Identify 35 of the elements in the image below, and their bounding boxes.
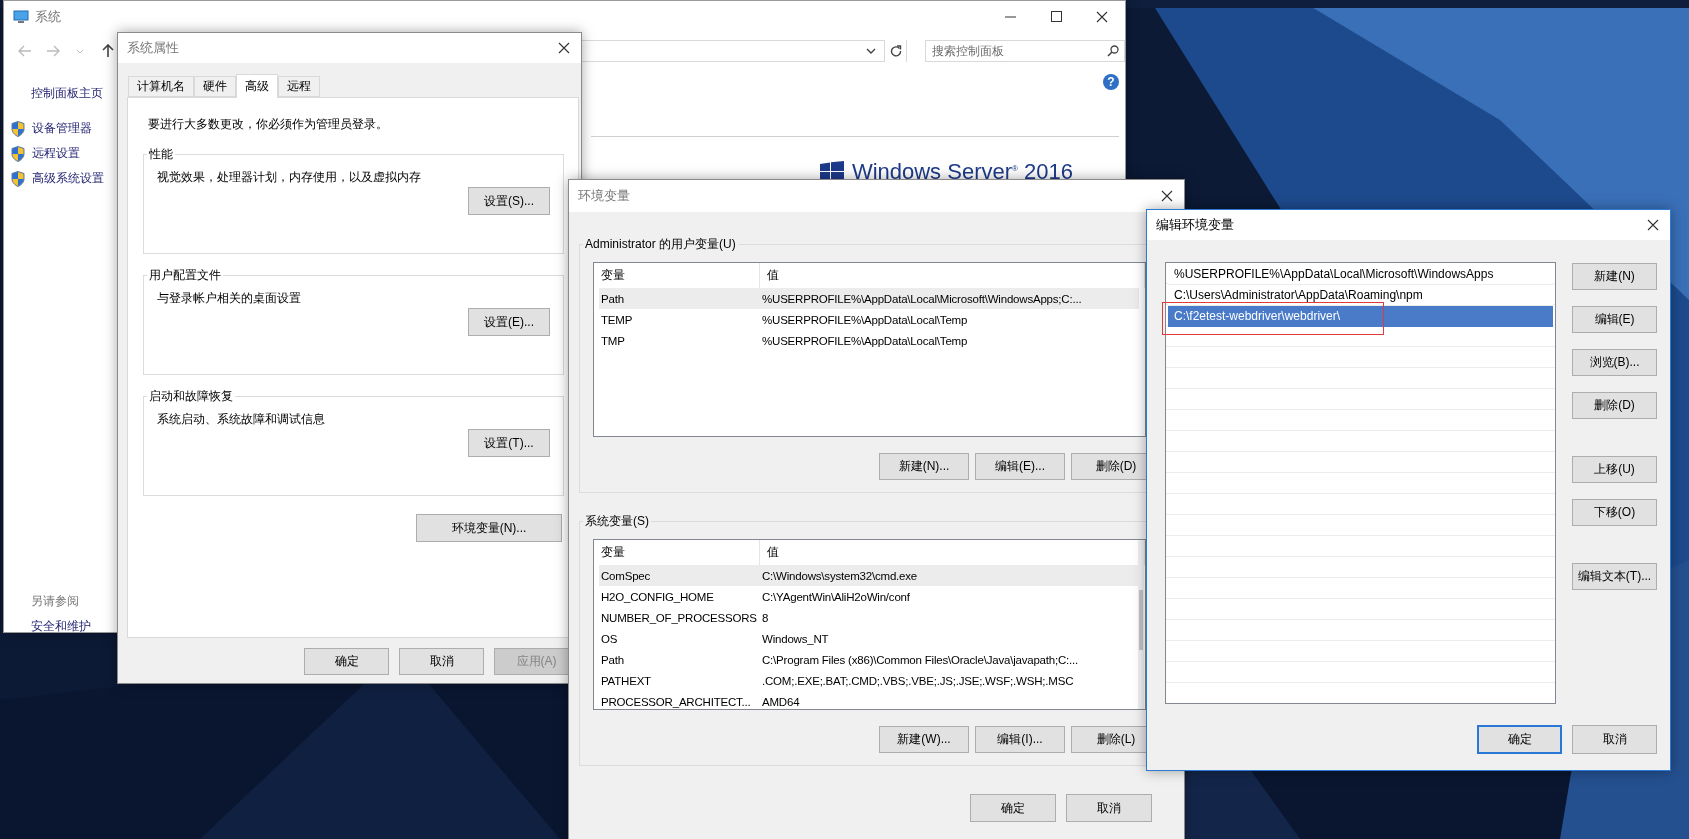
table-cell-text: NUMBER_OF_PROCESSORS xyxy=(600,611,758,624)
group-title: 用户配置文件 xyxy=(148,267,222,284)
group-description: 视觉效果，处理器计划，内存使用，以及虚拟内存 xyxy=(157,168,422,186)
table-cell-text: %USERPROFILE%\AppData\Local\Microsoft\WindowsApps;C:... xyxy=(761,292,1082,305)
table-cell-text: PROCESSOR_ARCHITECT... xyxy=(600,695,752,708)
table-cell-text: AMD64 xyxy=(761,695,800,708)
table-cell-text: TMP xyxy=(600,334,626,347)
table-cell-text: C:\Program Files (x86)\Common Files\Oracle\Java\javapath;C:... xyxy=(761,653,1079,666)
table-cell-text: PATHEXT xyxy=(600,674,652,687)
table-cell-text: %USERPROFILE%\AppData\Local\Temp xyxy=(761,334,968,347)
table-cell-text: Path xyxy=(600,653,625,666)
window-title: 环境变量 xyxy=(578,187,631,205)
table-cell-text: Path xyxy=(600,292,625,305)
table-cell-text: TEMP xyxy=(600,313,634,326)
logo-text: Windows Server$^{®}$ 2016 xyxy=(851,159,1073,185)
table-cell-text: 8 xyxy=(761,611,769,624)
group-title: 启动和故障恢复 xyxy=(148,388,234,405)
window-title: 系统属性 xyxy=(127,39,180,57)
group-title: 系统变量(S) xyxy=(584,513,650,530)
table-cell-text: C:\Windows\system32\cmd.exe xyxy=(761,569,917,582)
table-cell-text: ComSpec xyxy=(600,569,652,582)
group-description: 与登录帐户相关的桌面设置 xyxy=(157,289,302,307)
table-cell-text: %USERPROFILE%\AppData\Local\Temp xyxy=(761,313,968,326)
table-cell-text: Windows_NT xyxy=(761,632,829,645)
section-heading: 另请参阅 xyxy=(31,593,80,610)
window-title: 系统 xyxy=(35,7,62,26)
group-title: 性能 xyxy=(148,146,174,163)
window-title: 编辑环境变量 xyxy=(1156,216,1235,234)
table-cell-text: .COM;.EXE;.BAT;.CMD;.VBS;.VBE;.JS;.JSE;.WSF;.WSH;.MSC xyxy=(761,674,1074,687)
notice-text: 要进行大多数更改，你必须作为管理员登录。 xyxy=(147,115,389,133)
group-title: Administrator 的用户变量(U) xyxy=(584,236,737,253)
table-cell-text: OS xyxy=(600,632,619,645)
table-cell-text: C:\YAgentWin\AliH2oWin/conf xyxy=(761,590,910,603)
table-cell-text: H2O_CONFIG_HOME xyxy=(600,590,715,603)
group-description: 系统启动、系统故障和调试信息 xyxy=(157,410,326,428)
